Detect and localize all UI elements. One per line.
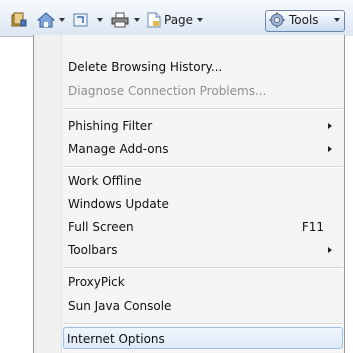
menu-item-label: Diagnose Connection Problems... [68,84,267,98]
menu-separator [63,108,343,110]
print-icon[interactable] [111,12,129,28]
command-bar: Page Tools [0,0,353,37]
tools-menu-label: Tools [289,13,319,27]
menu-item-label: Work Offline [68,174,142,188]
menu-item-phishing-filter[interactable]: Phishing Filter [65,115,343,137]
submenu-arrow-icon [328,247,332,253]
menu-item-manage-addons[interactable]: Manage Add-ons [65,138,343,160]
menu-item-diagnose: Diagnose Connection Problems... [65,80,343,102]
menu-item-label: Sun Java Console [68,299,172,313]
window-edge [345,36,353,353]
menu-separator [63,267,343,269]
home-icon[interactable] [37,12,55,28]
print-dropdown-icon[interactable] [134,18,140,22]
menu-item-toolbars[interactable]: Toolbars [65,239,343,261]
submenu-arrow-icon [328,123,332,129]
gear-icon [269,12,285,28]
page-menu-label[interactable]: Page [164,12,193,28]
feeds-icon[interactable] [11,12,27,28]
mail-icon[interactable] [73,12,89,28]
menu-item-delete-history[interactable]: Delete Browsing History... [65,56,343,78]
menu-item-windows-update[interactable]: Windows Update [65,193,343,215]
shortcut-label: F11 [301,220,324,234]
page-dropdown-icon[interactable] [197,18,203,22]
mail-dropdown-icon[interactable] [97,18,103,22]
menu-item-label: Internet Options [67,332,165,346]
menu-item-label: Manage Add-ons [68,142,169,156]
menu-item-internet-options[interactable]: Internet Options [63,327,343,349]
menu-item-work-offline[interactable]: Work Offline [65,170,343,192]
tools-menu: Delete Browsing History... Diagnose Conn… [33,35,345,353]
menu-item-label: ProxyPick [68,275,125,289]
menu-item-label: Full Screen [68,220,134,234]
menu-item-label: Windows Update [68,197,169,211]
menu-item-proxypick[interactable]: ProxyPick [65,271,343,293]
submenu-arrow-icon [328,146,332,152]
tools-dropdown-icon [334,18,340,22]
menu-icon-gutter [34,35,62,353]
menu-item-full-screen[interactable]: Full Screen F11 [65,216,343,238]
menu-item-label: Toolbars [68,243,118,257]
menu-item-java-console[interactable]: Sun Java Console [65,295,343,317]
menu-separator [63,323,343,325]
menu-separator [63,166,343,168]
menu-item-label: Delete Browsing History... [68,60,223,74]
menu-item-label: Phishing Filter [68,119,153,133]
home-dropdown-icon[interactable] [59,18,65,22]
page-icon[interactable] [147,12,161,28]
